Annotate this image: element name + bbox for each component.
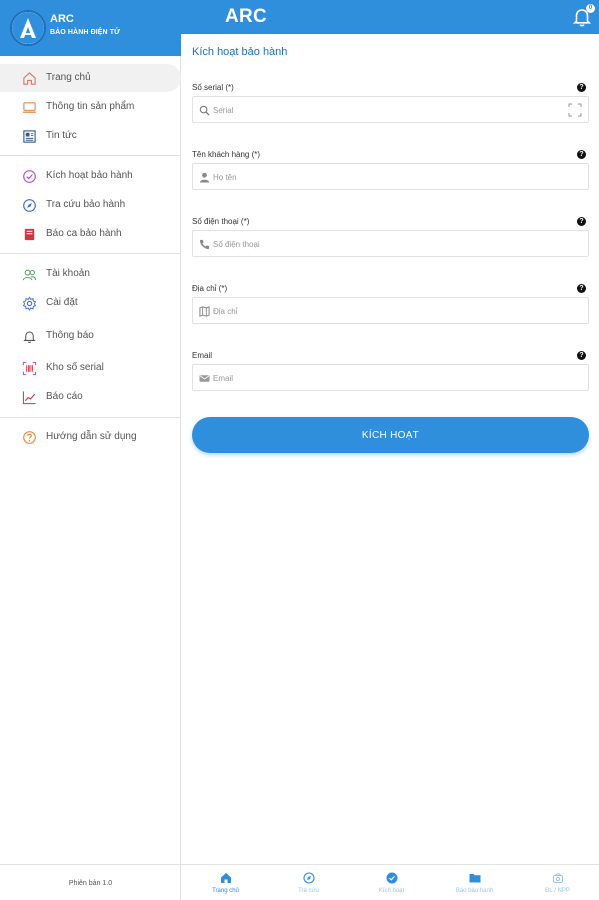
- sidebar-item-label: Tin tức: [46, 130, 77, 141]
- customer-name-input[interactable]: Họ tên: [192, 163, 589, 190]
- laptop-icon: [21, 99, 38, 116]
- menu-divider: [0, 253, 181, 254]
- sidebar-item-huong-dan-su-dung[interactable]: Hướng dẫn sử dụng: [0, 423, 181, 451]
- sidebar-item-label: Kho số serial: [46, 362, 104, 373]
- bottom-tab-bar: Trang chủ Tra cứu Kích hoạt Báo bảo hành…: [181, 864, 599, 900]
- serial-input[interactable]: Serial: [192, 96, 589, 123]
- home-icon: [220, 871, 232, 883]
- page-title: Kích hoạt bảo hành: [192, 46, 288, 58]
- sidebar-item-tra-cuu-bao-hanh[interactable]: Tra cứu bảo hành: [0, 191, 181, 219]
- tab-trang-chu[interactable]: Trang chủ: [184, 865, 267, 900]
- sidebar-item-label: Báo cáo: [46, 391, 83, 402]
- scan-icon[interactable]: [568, 103, 582, 117]
- tab-tra-cuu[interactable]: Tra cứu: [267, 865, 350, 900]
- tab-label: Tra cứu: [298, 888, 319, 894]
- serial-placeholder: Serial: [213, 106, 234, 115]
- tab-kich-hoat[interactable]: Kích hoạt: [350, 865, 433, 900]
- help-icon: [21, 429, 38, 446]
- serial-label: Số serial (*): [192, 83, 234, 92]
- sidebar-item-label: Trang chủ: [46, 72, 91, 83]
- map-icon: [198, 305, 210, 317]
- sidebar-item-label: Tra cứu bảo hành: [46, 199, 126, 210]
- sidebar-item-kich-hoat-bao-hanh[interactable]: Kích hoạt bảo hành: [0, 162, 181, 190]
- serial-help-icon[interactable]: ?: [577, 83, 586, 92]
- customer-name-label: Tên khách hàng (*): [192, 150, 261, 159]
- email-input[interactable]: Email: [192, 364, 589, 391]
- chart-icon: [21, 389, 38, 406]
- sidebar-header: ARC BẢO HÀNH ĐIỆN TỬ: [0, 0, 181, 56]
- report-icon: [21, 226, 38, 243]
- address-placeholder: Địa chỉ: [213, 307, 238, 316]
- sidebar: ARC BẢO HÀNH ĐIỆN TỬ Trang chủ Thông tin…: [0, 0, 181, 900]
- brand-subtitle: BẢO HÀNH ĐIỆN TỬ: [50, 29, 121, 36]
- email-help-icon[interactable]: ?: [577, 351, 586, 360]
- sidebar-item-label: Tài khoản: [46, 268, 90, 279]
- sidebar-item-label: Thông báo: [46, 330, 94, 341]
- sidebar-item-label: Cài đặt: [46, 297, 78, 308]
- sidebar-item-label: Kích hoạt bảo hành: [46, 170, 133, 181]
- compass-icon: [21, 197, 38, 214]
- gear-icon: [21, 295, 38, 312]
- menu-divider: [0, 417, 181, 418]
- sidebar-item-thong-tin-san-pham[interactable]: Thông tin sản phẩm: [0, 93, 181, 121]
- sidebar-item-bao-cao[interactable]: Báo cáo: [0, 383, 181, 411]
- email-placeholder: Email: [213, 374, 234, 383]
- phone-placeholder: Số điện thoại: [213, 240, 260, 249]
- barcode-icon: [21, 360, 38, 377]
- app-title: ARC: [225, 6, 268, 27]
- menu-divider: [0, 155, 181, 156]
- tab-label: Báo bảo hành: [455, 888, 494, 894]
- activation-form: Kích hoạt bảo hành Số serial (*) ? Seria…: [181, 34, 599, 864]
- search-icon: [198, 104, 210, 116]
- check-circle-icon: [21, 168, 38, 185]
- address-help-icon[interactable]: ?: [577, 284, 586, 293]
- tab-label: Kích hoạt: [378, 888, 405, 894]
- address-label: Địa chỉ (*): [192, 284, 228, 293]
- top-bar: ARC 0: [181, 0, 599, 34]
- folder-icon: [469, 871, 481, 883]
- users-icon: [21, 266, 38, 283]
- version-footer: Phiên bản 1.0: [0, 864, 181, 900]
- sidebar-item-thong-bao[interactable]: Thông báo: [0, 322, 181, 350]
- tab-label: Trang chủ: [212, 888, 239, 894]
- sidebar-item-cai-dat[interactable]: Cài đặt: [0, 289, 181, 317]
- customer-name-help-icon[interactable]: ?: [577, 150, 586, 159]
- email-icon: [198, 372, 210, 384]
- phone-icon: [198, 238, 210, 250]
- tab-label: ĐL / NPP: [545, 888, 570, 894]
- compass-icon: [303, 871, 315, 884]
- address-input[interactable]: Địa chỉ: [192, 297, 589, 324]
- sidebar-item-tai-khoan[interactable]: Tài khoản: [0, 260, 181, 288]
- customer-name-placeholder: Họ tên: [213, 173, 237, 182]
- news-icon: [21, 128, 38, 145]
- home-icon: [21, 70, 38, 87]
- version-text: Phiên bản 1.0: [68, 880, 113, 887]
- phone-input[interactable]: Số điện thoại: [192, 230, 589, 257]
- sidebar-item-label: Báo ca bảo hành: [46, 228, 122, 239]
- store-icon: [552, 871, 564, 883]
- sidebar-item-label: Thông tin sản phẩm: [46, 101, 135, 112]
- sidebar-item-label: Hướng dẫn sử dụng: [46, 431, 137, 442]
- activate-button[interactable]: KÍCH HOẠT: [192, 417, 589, 453]
- tab-bao-bao-hanh[interactable]: Báo bảo hành: [433, 865, 516, 900]
- brand-name: ARC: [50, 13, 74, 25]
- sidebar-item-tin-tuc[interactable]: Tin tức: [0, 122, 181, 150]
- email-label: Email: [192, 351, 213, 360]
- sidebar-item-bao-ca-bao-hanh[interactable]: Báo ca bảo hành: [0, 220, 181, 248]
- check-circle-icon: [386, 871, 398, 884]
- sidebar-item-trang-chu[interactable]: Trang chủ: [0, 64, 181, 92]
- tab-dl-npp[interactable]: ĐL / NPP: [516, 865, 599, 900]
- notification-badge: 0: [586, 4, 595, 13]
- person-icon: [198, 171, 210, 183]
- phone-label: Số điện thoại (*): [192, 217, 250, 226]
- activate-button-label: KÍCH HOẠT: [361, 430, 420, 441]
- sidebar-item-kho-so-serial[interactable]: Kho số serial: [0, 354, 181, 382]
- arc-logo: [10, 10, 46, 46]
- phone-help-icon[interactable]: ?: [577, 217, 586, 226]
- bell-icon: [21, 328, 38, 345]
